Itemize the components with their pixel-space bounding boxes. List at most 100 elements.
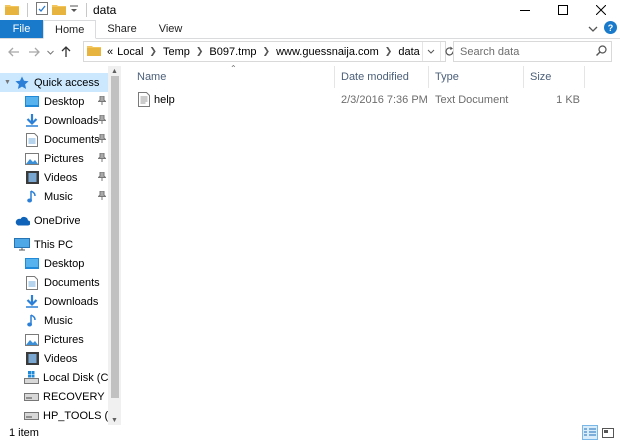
chevron-right-icon[interactable]: ❯ bbox=[381, 46, 397, 57]
window-controls bbox=[506, 0, 620, 20]
svg-text:?: ? bbox=[608, 23, 614, 33]
close-button[interactable] bbox=[582, 0, 620, 20]
file-name: help bbox=[154, 94, 175, 106]
nav-quick-documents[interactable]: Documents bbox=[0, 130, 108, 149]
nav-scrollbar[interactable]: ▲ ▼ bbox=[108, 66, 121, 425]
tab-home[interactable]: Home bbox=[43, 20, 97, 39]
large-icons-view-button[interactable] bbox=[600, 425, 616, 440]
breadcrumb-item[interactable]: Temp bbox=[161, 46, 192, 58]
title-bar: data bbox=[0, 0, 620, 20]
nav-pc-hp-tools[interactable]: HP_TOOLS (F:) bbox=[0, 406, 121, 425]
status-bar: 1 item bbox=[0, 425, 620, 441]
chevron-down-icon bbox=[588, 26, 598, 32]
tab-view[interactable]: View bbox=[148, 20, 194, 38]
nav-pc-videos[interactable]: Videos bbox=[0, 349, 108, 368]
nav-quick-pictures[interactable]: Pictures bbox=[0, 149, 108, 168]
chevron-right-icon[interactable]: ❯ bbox=[259, 46, 275, 57]
quick-access-toolbar bbox=[0, 0, 91, 20]
scrollbar-thumb[interactable] bbox=[111, 76, 119, 398]
nav-pc-downloads[interactable]: Downloads bbox=[0, 292, 108, 311]
tab-share[interactable]: Share bbox=[96, 20, 147, 38]
forward-button[interactable] bbox=[24, 41, 44, 63]
details-view-button[interactable] bbox=[582, 425, 598, 440]
nav-pc-pictures[interactable]: Pictures bbox=[0, 330, 108, 349]
help-button[interactable]: ? bbox=[604, 21, 617, 37]
download-icon bbox=[24, 114, 40, 128]
nav-pc-local-disk[interactable]: Local Disk (C:) bbox=[0, 368, 115, 387]
nav-pc-documents[interactable]: Documents bbox=[0, 273, 108, 292]
properties-icon[interactable] bbox=[36, 2, 48, 18]
nav-label: Videos bbox=[44, 352, 78, 365]
nav-quick-music[interactable]: Music bbox=[0, 187, 108, 206]
column-header-size[interactable]: Size bbox=[524, 66, 585, 88]
drive-icon bbox=[24, 390, 39, 404]
close-icon bbox=[596, 5, 606, 15]
breadcrumb-overflow[interactable]: « bbox=[105, 46, 115, 58]
breadcrumb-item[interactable]: Local bbox=[115, 46, 145, 58]
nav-onedrive[interactable]: OneDrive bbox=[0, 211, 108, 230]
toolbar-divider bbox=[86, 3, 87, 17]
file-row[interactable]: help 2/3/2016 7:36 PM Text Document 1 KB bbox=[121, 91, 591, 109]
chevron-right-icon[interactable]: ❯ bbox=[192, 46, 208, 57]
address-dropdown-button[interactable] bbox=[421, 42, 440, 61]
search-input[interactable]: Search data bbox=[453, 41, 612, 62]
nav-label: Quick access bbox=[34, 76, 100, 89]
expand-ribbon-button[interactable] bbox=[588, 22, 598, 36]
scroll-down-arrow[interactable]: ▼ bbox=[108, 415, 121, 425]
chevron-down-icon[interactable]: ▼ bbox=[4, 79, 14, 86]
nav-pc-desktop[interactable]: Desktop bbox=[0, 254, 108, 273]
nav-label: Documents bbox=[44, 276, 100, 289]
nav-label: Music bbox=[44, 190, 73, 203]
customize-toolbar-icon[interactable] bbox=[70, 3, 78, 17]
nav-quick-downloads[interactable]: Downloads bbox=[0, 111, 108, 130]
scroll-up-arrow[interactable]: ▲ bbox=[108, 66, 121, 76]
pin-icon[interactable] bbox=[97, 114, 107, 127]
back-button[interactable] bbox=[4, 41, 24, 63]
tab-file[interactable]: File bbox=[0, 20, 43, 38]
column-header-type[interactable]: Type bbox=[429, 66, 524, 88]
chevron-right-icon[interactable]: ❯ bbox=[145, 46, 161, 57]
pin-icon[interactable] bbox=[97, 133, 107, 146]
nav-label: Pictures bbox=[44, 333, 84, 346]
file-type: Text Document bbox=[435, 94, 509, 106]
column-label: Name bbox=[137, 71, 167, 83]
computer-icon bbox=[14, 238, 30, 252]
nav-label: This PC bbox=[34, 238, 74, 251]
column-header-name[interactable]: Name bbox=[131, 66, 335, 88]
help-icon: ? bbox=[604, 21, 617, 34]
breadcrumb-item[interactable]: data bbox=[396, 46, 421, 58]
file-size: 1 KB bbox=[556, 94, 580, 106]
maximize-icon bbox=[558, 5, 568, 15]
breadcrumb-item[interactable]: www.guessnaija.com bbox=[274, 46, 381, 58]
minimize-button[interactable] bbox=[506, 0, 544, 20]
nav-quick-videos[interactable]: Videos bbox=[0, 168, 108, 187]
nav-pc-music[interactable]: Music bbox=[0, 311, 108, 330]
documents-icon bbox=[24, 275, 40, 290]
nav-this-pc[interactable]: This PC bbox=[0, 235, 108, 254]
nav-pc-recovery[interactable]: RECOVERY (E:) bbox=[0, 387, 121, 406]
back-arrow-icon bbox=[8, 47, 19, 57]
nav-quick-access[interactable]: ▼ Quick access bbox=[0, 73, 108, 92]
documents-icon bbox=[24, 132, 40, 147]
breadcrumb-item[interactable]: B097.tmp bbox=[207, 46, 258, 58]
pin-icon[interactable] bbox=[97, 152, 107, 165]
search-icon[interactable] bbox=[596, 44, 607, 59]
videos-icon bbox=[24, 352, 40, 366]
desktop-icon bbox=[24, 95, 40, 109]
new-folder-icon[interactable] bbox=[52, 3, 66, 18]
nav-quick-desktop[interactable]: Desktop bbox=[0, 92, 108, 111]
folder-icon[interactable] bbox=[5, 3, 19, 18]
column-header-date[interactable]: Date modified bbox=[335, 66, 429, 88]
star-icon bbox=[14, 76, 30, 90]
file-date: 2/3/2016 7:36 PM bbox=[341, 94, 428, 106]
pin-icon[interactable] bbox=[97, 171, 107, 184]
maximize-button[interactable] bbox=[544, 0, 582, 20]
recent-locations-button[interactable] bbox=[44, 41, 56, 63]
pin-icon[interactable] bbox=[97, 95, 107, 108]
up-button[interactable] bbox=[56, 41, 76, 63]
folder-icon bbox=[87, 44, 101, 59]
pin-icon[interactable] bbox=[97, 190, 107, 203]
address-bar[interactable]: « Local ❯ Temp ❯ B097.tmp ❯ www.guessnai… bbox=[83, 41, 454, 62]
cloud-icon bbox=[14, 214, 30, 228]
navigation-pane: ▼ Quick access Desktop Downloads Documen… bbox=[0, 66, 121, 425]
